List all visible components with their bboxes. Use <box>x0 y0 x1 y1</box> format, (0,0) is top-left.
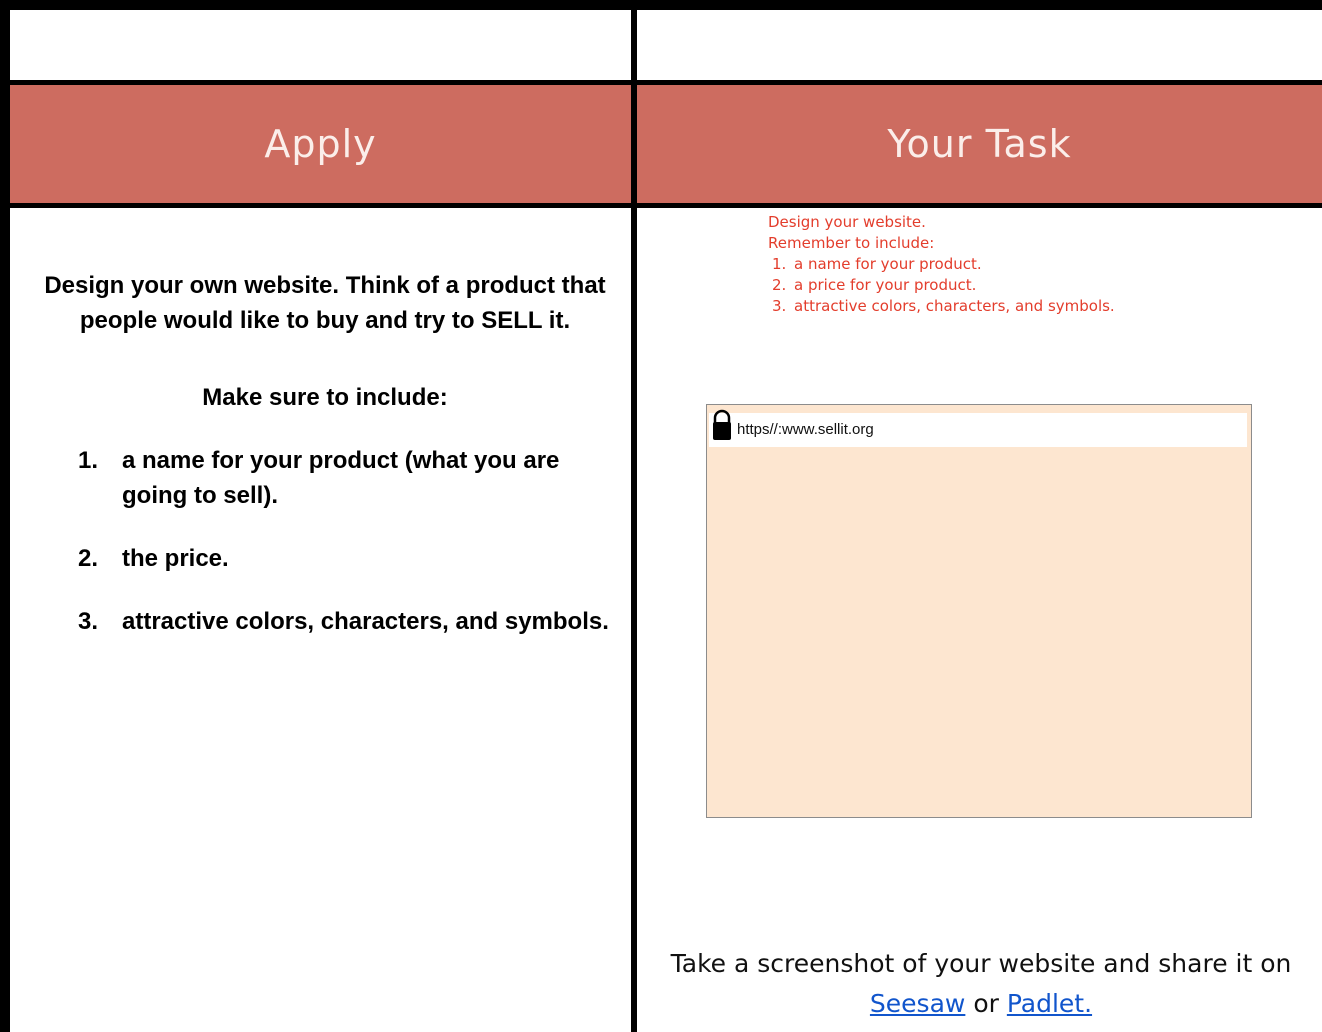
or-text: or <box>973 989 999 1018</box>
border-left <box>0 0 10 1032</box>
header-your-task: Your Task <box>887 122 1072 166</box>
include-heading: Make sure to include: <box>202 384 448 411</box>
list-item: 3. attractive colors, characters, and sy… <box>30 604 620 639</box>
task-item-text: a price for your product. <box>794 276 977 294</box>
list-item: 2. the price. <box>30 541 620 576</box>
task-line-1: Design your website. <box>768 213 926 231</box>
list-text: attractive colors, characters, and symbo… <box>122 608 609 635</box>
task-item: 1. a name for your product. <box>768 254 1115 275</box>
header-apply: Apply <box>264 122 377 166</box>
list-item: 1. a name for your product (what you are… <box>30 443 620 513</box>
border-top <box>0 0 1322 10</box>
padlet-link[interactable]: Padlet. <box>1007 989 1092 1018</box>
list-text: a name for your product (what you are go… <box>122 447 560 509</box>
task-item-number: 3. <box>772 297 787 315</box>
task-item-text: attractive colors, characters, and symbo… <box>794 297 1115 315</box>
task-item-text: a name for your product. <box>794 255 982 273</box>
apply-intro: Design your own website. Think of a prod… <box>44 272 606 334</box>
task-line-2: Remember to include: <box>768 234 935 252</box>
seesaw-link[interactable]: Seesaw <box>870 989 965 1018</box>
list-number: 3. <box>78 608 99 635</box>
share-instructions: Take a screenshot of your website and sh… <box>640 944 1322 1024</box>
task-item: 2. a price for your product. <box>768 275 1115 296</box>
task-item-number: 2. <box>772 276 787 294</box>
list-number: 2. <box>78 545 99 572</box>
task-item-number: 1. <box>772 255 787 273</box>
task-instructions: Design your website. Remember to include… <box>768 212 1115 317</box>
url-text: https//:www.sellit.org <box>737 421 874 438</box>
lock-icon <box>713 409 731 440</box>
include-list: 1. a name for your product (what you are… <box>30 443 620 639</box>
list-number: 1. <box>78 447 99 474</box>
list-text: the price. <box>122 545 229 572</box>
website-mockup: https//:www.sellit.org <box>706 404 1252 818</box>
apply-content: Design your own website. Think of a prod… <box>30 268 620 639</box>
share-text: Take a screenshot of your website and sh… <box>670 949 1292 978</box>
task-item: 3. attractive colors, characters, and sym… <box>768 296 1115 317</box>
